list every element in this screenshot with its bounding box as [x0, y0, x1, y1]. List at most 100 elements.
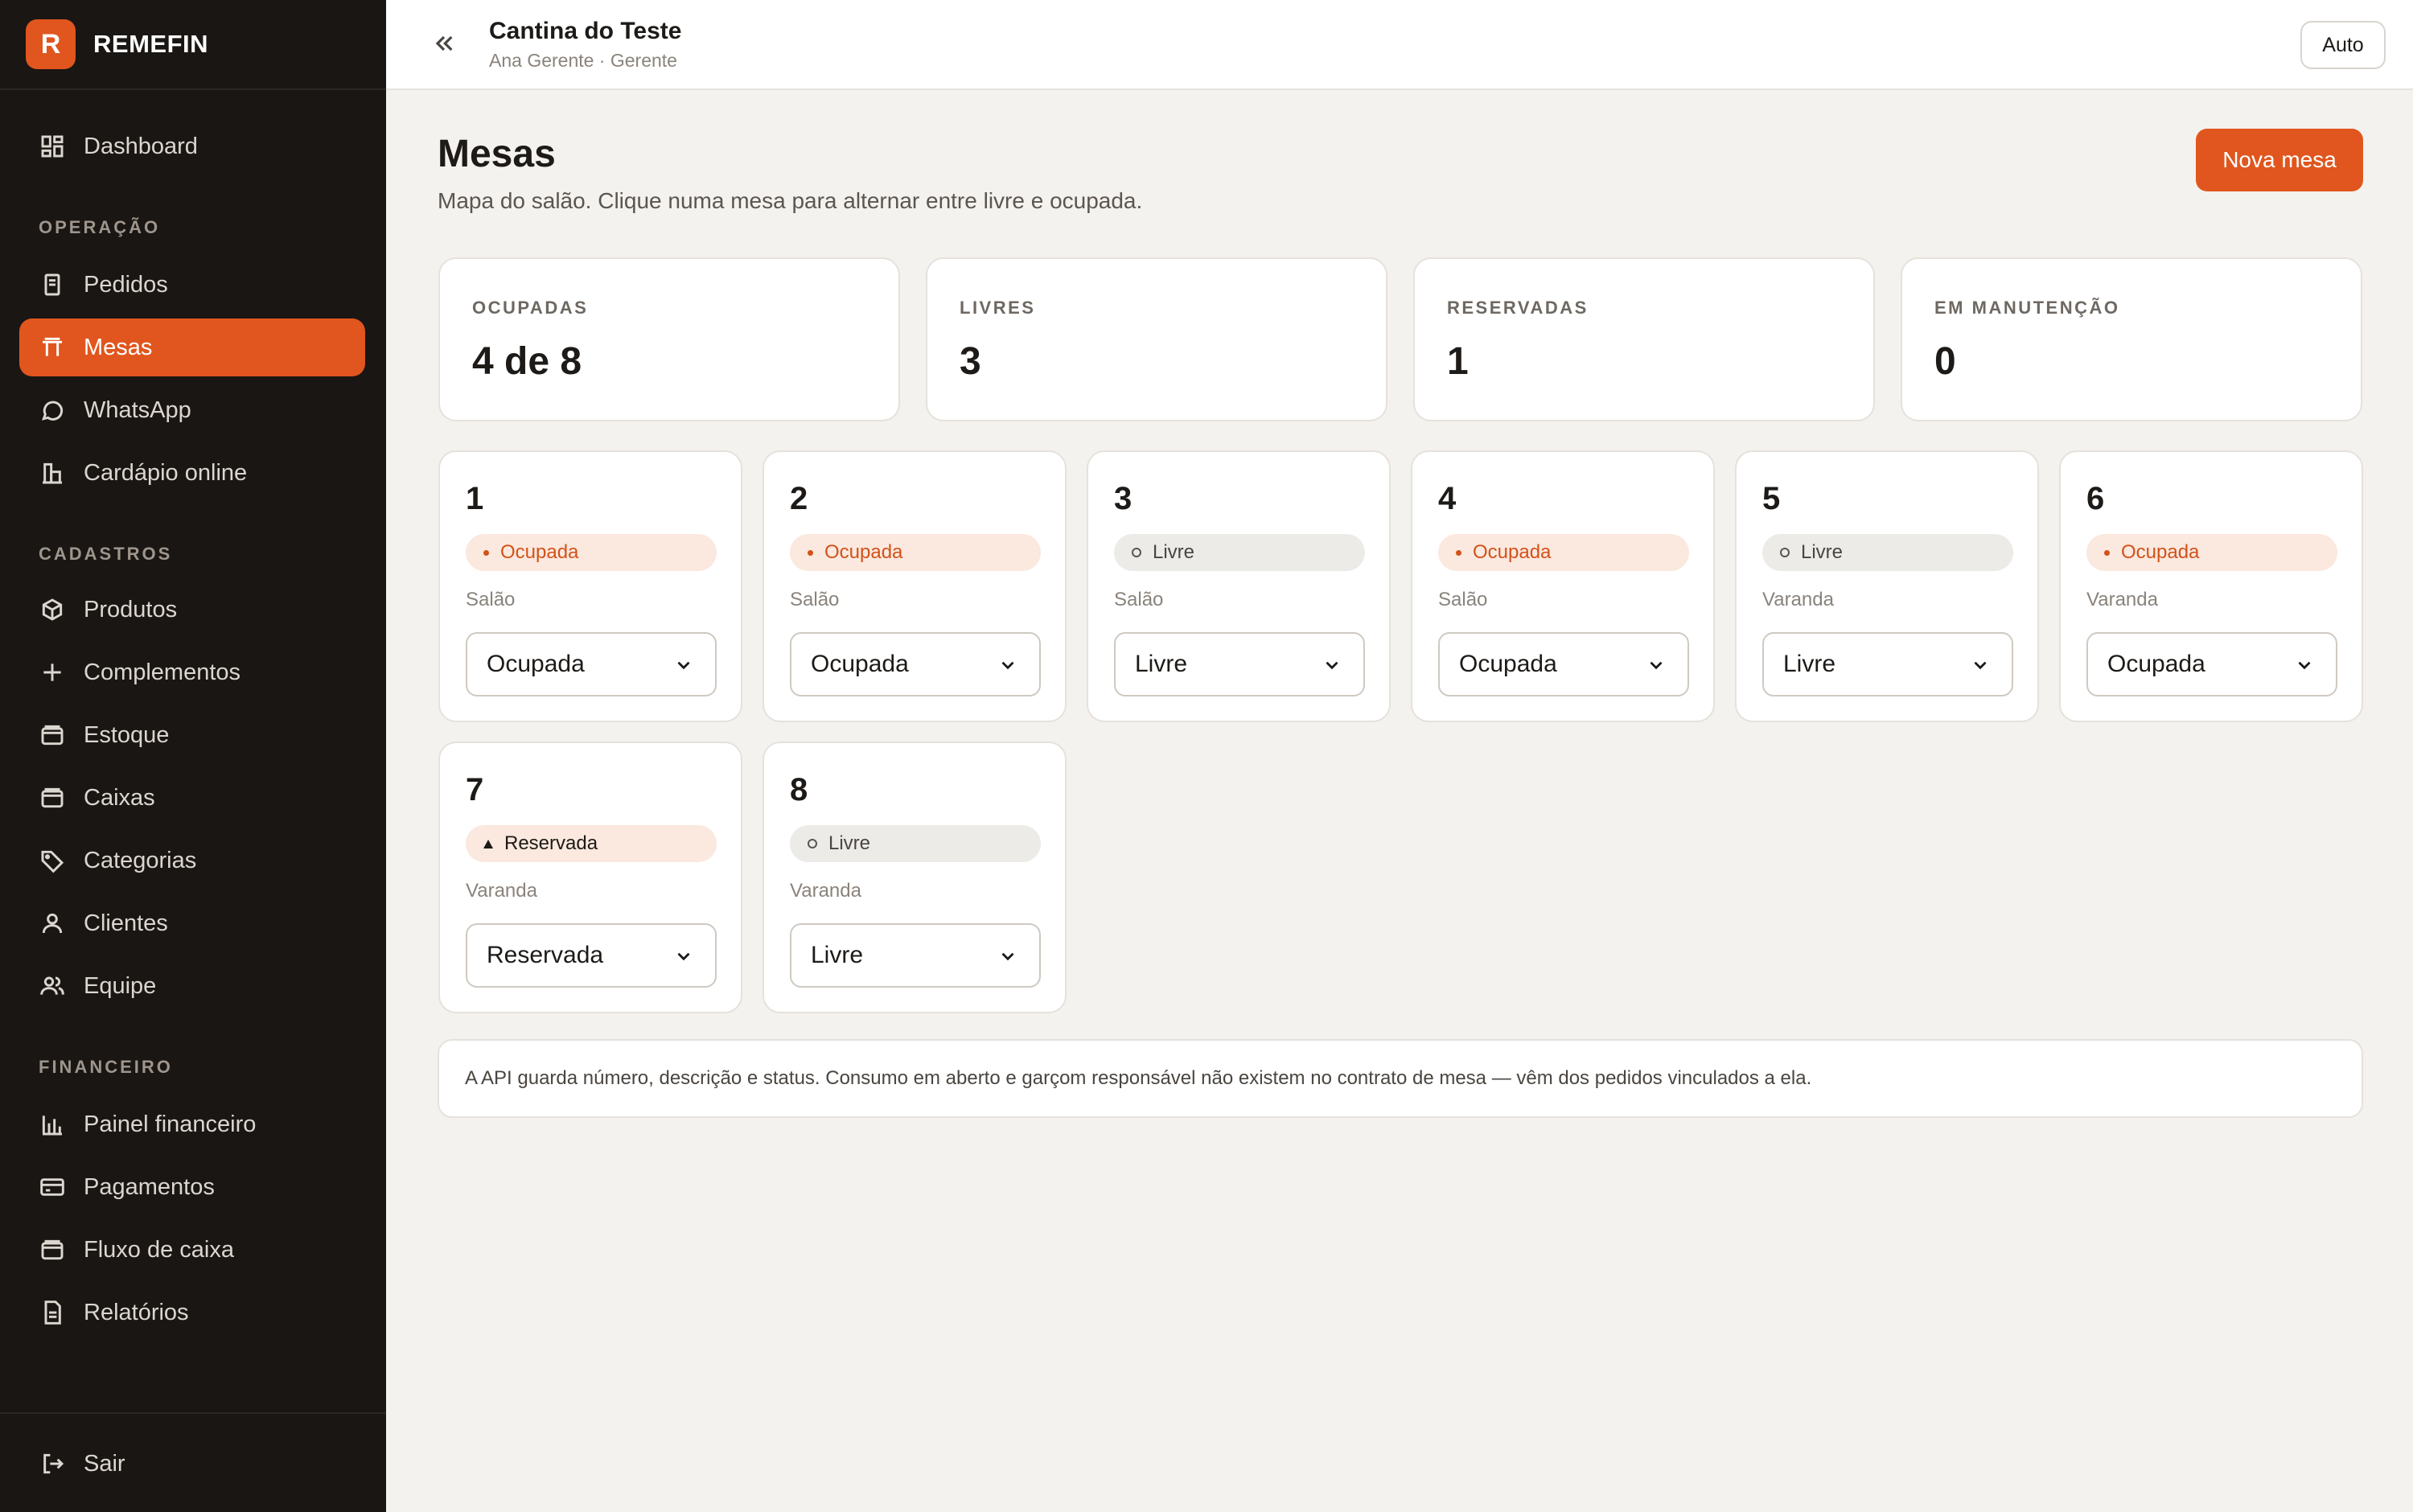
sidebar-item-whatsapp[interactable]: WhatsApp	[19, 381, 365, 439]
status-select[interactable]: Livre	[1762, 632, 2013, 696]
stat-card-em-manutencao: EM MANUTENÇÃO 0	[1901, 257, 2362, 421]
table-area: Salão	[1438, 589, 1488, 610]
status-select[interactable]: Ocupada	[1438, 632, 1689, 696]
table-area: Salão	[1114, 589, 1164, 610]
circle-icon	[1132, 548, 1141, 557]
sidebar-item-pedidos[interactable]: Pedidos	[19, 256, 365, 314]
chevrons-left-icon	[431, 31, 457, 60]
sidebar-item-relatorios[interactable]: Relatórios	[19, 1284, 365, 1341]
status-badge-label: Ocupada	[824, 541, 903, 563]
stat-label: RESERVADAS	[1447, 298, 1589, 318]
table-card-8[interactable]: 8 Livre Varanda Livre	[763, 742, 1067, 1013]
bar-chart-icon	[39, 1111, 66, 1138]
table-card-5[interactable]: 5 Livre Varanda Livre	[1735, 450, 2039, 722]
status-select[interactable]: Livre	[1114, 632, 1365, 696]
chevron-down-icon	[1970, 655, 1991, 676]
sidebar-item-label: Fluxo de caixa	[84, 1236, 234, 1263]
dot-icon	[483, 549, 489, 556]
sidebar-divider	[0, 1412, 386, 1414]
status-select[interactable]: Ocupada	[790, 632, 1041, 696]
sidebar-item-cardapio[interactable]: Cardápio online	[19, 444, 365, 502]
plus-icon	[39, 659, 66, 686]
chevron-down-icon	[1646, 655, 1667, 676]
sidebar-item-painel-financeiro[interactable]: Painel financeiro	[19, 1095, 365, 1153]
brand[interactable]: R REMEFIN	[0, 0, 386, 90]
collapse-sidebar-button[interactable]	[426, 27, 462, 63]
sidebar-item-categorias[interactable]: Categorias	[19, 832, 365, 890]
dot-icon	[1456, 549, 1461, 556]
status-badge-label: Reservada	[504, 832, 598, 854]
table-card-2[interactable]: 2 Ocupada Salão Ocupada	[763, 450, 1067, 722]
status-badge-label: Ocupada	[2121, 541, 2200, 563]
stat-value: 4 de 8	[472, 340, 582, 383]
status-badge: Livre	[1762, 534, 2013, 571]
dot-icon	[2104, 549, 2110, 556]
logout-icon	[39, 1450, 66, 1477]
sidebar-item-label: Pagamentos	[84, 1173, 215, 1200]
sidebar-item-produtos[interactable]: Produtos	[19, 581, 365, 639]
status-select[interactable]: Livre	[790, 923, 1041, 988]
status-select-value: Ocupada	[487, 651, 585, 677]
table-card-3[interactable]: 3 Livre Salão Livre	[1087, 450, 1391, 722]
sidebar-item-estoque[interactable]: Estoque	[19, 706, 365, 764]
theme-toggle-button[interactable]: Auto	[2300, 21, 2386, 69]
status-select-value: Livre	[811, 942, 864, 968]
stat-card-ocupadas: OCUPADAS 4 de 8	[438, 257, 900, 421]
table-card-6[interactable]: 6 Ocupada Varanda Ocupada	[2059, 450, 2363, 722]
sidebar-item-dashboard[interactable]: Dashboard	[19, 117, 365, 175]
table-card-7[interactable]: 7 Reservada Varanda Reservada	[438, 742, 742, 1013]
table-card-1[interactable]: 1 Ocupada Salão Ocupada	[438, 450, 742, 722]
section-label-operacao: OPERAÇÃO	[39, 217, 161, 237]
sidebar-item-label: Pedidos	[84, 271, 168, 298]
brand-logo: R	[26, 19, 76, 69]
table-area: Varanda	[1762, 589, 1834, 610]
status-select[interactable]: Ocupada	[466, 632, 717, 696]
status-select[interactable]: Ocupada	[2086, 632, 2337, 696]
grid-icon	[39, 133, 66, 160]
table-icon	[39, 334, 66, 361]
page-description: Mapa do salão. Clique numa mesa para alt…	[438, 188, 1143, 213]
sidebar-item-pagamentos[interactable]: Pagamentos	[19, 1158, 365, 1216]
chevron-down-icon	[673, 946, 694, 967]
new-table-button[interactable]: Nova mesa	[2196, 129, 2363, 191]
sidebar: R REMEFIN Dashboard OPERAÇÃO Pedidos Mes…	[0, 0, 386, 1512]
sidebar-item-sair[interactable]: Sair	[19, 1435, 365, 1493]
status-badge-label: Livre	[828, 832, 871, 854]
status-select[interactable]: Reservada	[466, 923, 717, 988]
sidebar-item-label: Relatórios	[84, 1299, 189, 1325]
status-select-value: Livre	[1135, 651, 1188, 677]
status-badge: Livre	[790, 825, 1041, 862]
sidebar-item-equipe[interactable]: Equipe	[19, 957, 365, 1015]
table-area: Salão	[466, 589, 516, 610]
table-number: 8	[790, 772, 808, 807]
table-area: Varanda	[466, 880, 537, 902]
document-icon	[39, 1299, 66, 1326]
table-area: Varanda	[2086, 589, 2158, 610]
sidebar-item-label: Mesas	[84, 334, 153, 360]
circle-icon	[1780, 548, 1790, 557]
table-number: 4	[1438, 481, 1457, 516]
chevron-down-icon	[2294, 655, 2315, 676]
status-badge-label: Ocupada	[500, 541, 579, 563]
sidebar-item-label: Categorias	[84, 847, 197, 873]
stat-value: 3	[960, 340, 981, 383]
sidebar-item-fluxo-de-caixa[interactable]: Fluxo de caixa	[19, 1221, 365, 1279]
restaurant-name: Cantina do Teste	[489, 18, 682, 44]
table-area: Salão	[790, 589, 840, 610]
topbar: Cantina do Teste Ana Gerente · Gerente A…	[386, 0, 2413, 90]
sidebar-item-clientes[interactable]: Clientes	[19, 894, 365, 952]
status-badge: Ocupada	[1438, 534, 1689, 571]
sidebar-item-mesas[interactable]: Mesas	[19, 318, 365, 376]
chat-icon	[39, 396, 66, 424]
table-card-4[interactable]: 4 Ocupada Salão Ocupada	[1411, 450, 1715, 722]
sidebar-item-caixas[interactable]: Caixas	[19, 769, 365, 827]
sidebar-item-label: Complementos	[84, 659, 241, 685]
section-label-cadastros: CADASTROS	[39, 544, 173, 564]
stat-label: OCUPADAS	[472, 298, 589, 318]
table-number: 7	[466, 772, 484, 807]
section-label-financeiro: FINANCEIRO	[39, 1057, 173, 1077]
status-badge: Ocupada	[790, 534, 1041, 571]
box-icon	[39, 596, 66, 623]
sidebar-item-complementos[interactable]: Complementos	[19, 643, 365, 701]
status-select-value: Ocupada	[2107, 651, 2205, 677]
